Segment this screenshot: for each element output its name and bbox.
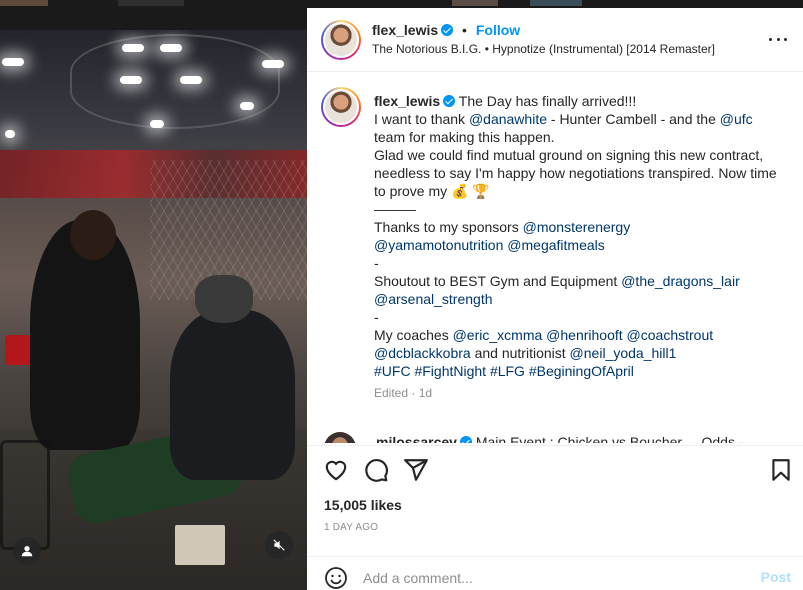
comments-scroll-area[interactable]: flex_lewis The Day has finally arrived!!… bbox=[307, 73, 803, 443]
mention-link[interactable]: @monsterenergy bbox=[523, 219, 631, 235]
edited-timestamp[interactable]: Edited · 1d bbox=[374, 384, 779, 402]
author-avatar[interactable] bbox=[321, 20, 361, 60]
mention-link[interactable]: @ufc bbox=[720, 111, 753, 127]
post-video[interactable] bbox=[0, 30, 307, 590]
post-caption: flex_lewis The Day has finally arrived!!… bbox=[374, 92, 779, 402]
user-tags-icon[interactable] bbox=[13, 537, 41, 565]
mention-link[interactable]: @dcblackkobra bbox=[374, 345, 471, 361]
commenter-username[interactable]: milossarcev bbox=[376, 434, 457, 443]
follow-button[interactable]: Follow bbox=[476, 22, 520, 38]
post-timestamp[interactable]: 1 DAY AGO bbox=[324, 522, 378, 533]
mention-link[interactable]: @eric_xcmma bbox=[453, 327, 543, 343]
mention-link[interactable]: @henrihooft bbox=[546, 327, 622, 343]
caption-line: The Day has finally arrived!!! bbox=[458, 93, 637, 109]
post-actions bbox=[307, 445, 803, 495]
like-heart-icon[interactable] bbox=[323, 457, 349, 483]
mention-link[interactable]: @neil_yoda_hill1 bbox=[570, 345, 677, 361]
comment-item: milossarcev Main Event : Chicken vs Bouc… bbox=[324, 424, 794, 443]
post-side-panel: flex_lewis • Follow The Notorious B.I.G.… bbox=[307, 8, 803, 590]
likes-count[interactable]: 15,005 likes bbox=[324, 497, 402, 513]
mention-link[interactable]: @megafitmeals bbox=[507, 237, 604, 253]
more-options-icon[interactable] bbox=[767, 28, 789, 50]
emoji-icon[interactable] bbox=[324, 566, 348, 590]
hashtag-link[interactable]: #BeginingOfApril bbox=[529, 363, 634, 379]
mention-link[interactable]: @arsenal_strength bbox=[374, 291, 493, 307]
comment-input[interactable] bbox=[363, 567, 723, 589]
mention-link[interactable]: @the_dragons_lair bbox=[621, 273, 740, 289]
commenter-avatar[interactable] bbox=[324, 432, 356, 443]
hashtag-link[interactable]: #UFC bbox=[374, 363, 411, 379]
comment-text: Main Event : Chicken vs Boucher ... Odds… bbox=[475, 434, 744, 443]
caption-avatar[interactable] bbox=[321, 87, 361, 127]
mention-link[interactable]: @coachstrout bbox=[627, 327, 714, 343]
hashtag-link[interactable]: #LFG bbox=[490, 363, 525, 379]
add-comment-bar: Post bbox=[307, 556, 803, 590]
verified-icon bbox=[459, 436, 472, 443]
mute-icon[interactable] bbox=[265, 531, 293, 559]
post-header: flex_lewis • Follow The Notorious B.I.G.… bbox=[307, 8, 803, 72]
save-bookmark-icon[interactable] bbox=[768, 457, 794, 483]
mention-link[interactable]: @danawhite bbox=[469, 111, 547, 127]
comment-icon[interactable] bbox=[363, 457, 389, 483]
audio-track-link[interactable]: The Notorious B.I.G. • Hypnotize (Instru… bbox=[372, 42, 715, 56]
hashtag-link[interactable]: #FightNight bbox=[414, 363, 486, 379]
verified-icon bbox=[441, 24, 454, 36]
author-username[interactable]: flex_lewis bbox=[372, 22, 438, 38]
verified-icon bbox=[443, 95, 456, 107]
mention-link[interactable]: @yamamotonutrition bbox=[374, 237, 503, 253]
separator-dot: • bbox=[462, 22, 467, 38]
post-comment-button[interactable]: Post bbox=[761, 569, 791, 585]
share-icon[interactable] bbox=[403, 457, 429, 483]
caption-username[interactable]: flex_lewis bbox=[374, 93, 440, 109]
